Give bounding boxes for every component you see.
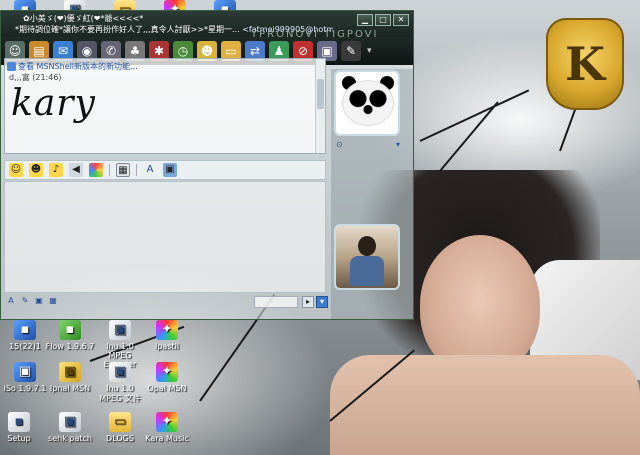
desktop-icon[interactable]: ✦ Ipastil: [142, 320, 192, 351]
toolbar-separator: [109, 164, 110, 176]
personal-message: *期待調位確*讓你不要再扮作好人了,,,真令人討厭>>*星期一...: [15, 25, 240, 34]
desktop-icon[interactable]: ▣ Ipnal MSN: [45, 362, 95, 393]
maximize-button[interactable]: □: [375, 14, 391, 26]
desktop-icon[interactable]: ▪ Setup: [0, 412, 44, 443]
conversation-history[interactable]: 查看 MSNShell新版本的新功能... d,,,富 (21:46) kary: [4, 58, 326, 154]
minimize-button[interactable]: ▁: [357, 14, 373, 26]
photo-head: [358, 236, 376, 256]
desktop-icon[interactable]: ▪ Flow 1.9.6.7: [45, 320, 95, 351]
expand-arrow-icon[interactable]: ⊙: [336, 140, 343, 149]
close-button[interactable]: ✕: [393, 14, 409, 26]
window-controls: ▁ □ ✕: [357, 14, 409, 26]
crest-letter: K: [565, 37, 605, 91]
desktop-icon-label: Setup: [7, 434, 31, 443]
app-icon: ▪: [8, 412, 30, 432]
font-icon[interactable]: A: [143, 163, 157, 177]
pen-icon[interactable]: ✎: [20, 296, 30, 306]
photo-body: [350, 256, 384, 286]
toolbar-separator: [136, 164, 137, 176]
nudge-icon[interactable]: ◀: [69, 163, 83, 177]
folder-icon: ▭: [109, 412, 131, 432]
app-icon: ▣: [59, 412, 81, 432]
app-icon: ▪: [14, 320, 36, 340]
desktop-icon-label: Ipastil: [154, 342, 180, 351]
desktop-icon-label: Ipnal MSN: [49, 384, 91, 393]
image-icon[interactable]: ▣: [34, 296, 44, 306]
send-button[interactable]: ▸: [302, 296, 314, 308]
grid-icon[interactable]: ▦: [48, 296, 58, 306]
app-icon: ✦: [156, 362, 178, 382]
scrollbar-thumb[interactable]: [317, 79, 324, 109]
desktop-icon[interactable]: ▪ 15(22)1: [0, 320, 50, 351]
wallpaper-face: [420, 235, 540, 375]
desktop-icon[interactable]: ✦ Opal MSN: [142, 362, 192, 393]
send-options-button[interactable]: ▾: [316, 296, 328, 308]
my-display-picture[interactable]: [334, 224, 400, 290]
pane-splitter[interactable]: [4, 154, 326, 158]
desktop-icon[interactable]: ▭ DLOGS: [95, 412, 145, 443]
desktop-icon-label: DLOGS: [106, 434, 134, 443]
wink-icon[interactable]: ☻: [29, 163, 43, 177]
handwritten-message: kary: [11, 83, 96, 124]
desktop-icon[interactable]: ▣ iSo 1.9.7.1: [0, 362, 50, 393]
crest-logo: K: [546, 18, 624, 110]
desktop-icon-label: Opal MSN: [147, 384, 187, 393]
desktop-icon[interactable]: ▣ Inu 1.0 MPEG 文件: [95, 362, 145, 404]
history-scrollbar[interactable]: [315, 59, 325, 153]
emoticon-icon[interactable]: ☺: [9, 163, 23, 177]
app-icon: ▣: [109, 362, 131, 382]
message-input[interactable]: [4, 181, 326, 293]
wallpaper-arm: [330, 355, 640, 455]
font-a-icon[interactable]: A: [6, 296, 16, 306]
desktop-icon-label: iSo 1.9.7.1: [3, 384, 47, 393]
message-sender: d,,,富 (21:46): [9, 73, 62, 82]
desktop-icon[interactable]: ▣ sehk patch: [45, 412, 95, 443]
desktop-icon-label: Kara Music: [145, 434, 189, 443]
update-notice[interactable]: 查看 MSNShell新版本的新功能...: [7, 61, 138, 72]
app-icon: ✦: [156, 320, 178, 340]
title-bar[interactable]: ✿小美ゞ(❤)優ゞ紅(❤*爺<<<<* *期待調位確*讓你不要再扮作好人了,,,…: [1, 11, 413, 40]
background-icon[interactable]: ✎: [341, 41, 361, 61]
color-icon[interactable]: ▣: [163, 163, 177, 177]
desktop-icon-label: sehk patch: [48, 434, 92, 443]
window-title: ✿小美ゞ(❤)優ゞ紅(❤*爺<<<<*: [23, 14, 144, 23]
picture-menu-icon[interactable]: ▾: [396, 140, 400, 149]
format-toolbar: ☺ ☻ ♪ ◀ ▦ A ▣: [4, 160, 326, 180]
desktop-icon-label: 15(22)1: [9, 342, 41, 351]
background-icon[interactable]: [89, 163, 103, 177]
app-icon: ▣: [59, 362, 81, 382]
draw-icon[interactable]: ▦: [116, 163, 130, 177]
send-box[interactable]: [254, 296, 298, 308]
user-photo: [336, 226, 398, 288]
app-icon: ▣: [109, 320, 131, 340]
desktop-icon-label: Inu 1.0 MPEG 文件: [99, 384, 141, 403]
app-icon: ▪: [59, 320, 81, 340]
app-icon: ▣: [14, 362, 36, 382]
app-icon: ✦: [156, 412, 178, 432]
more-menu-icon[interactable]: ▾: [367, 46, 372, 56]
desktop-icon[interactable]: ✦ Kara Music: [142, 412, 192, 443]
contact-display-picture[interactable]: [334, 70, 400, 136]
update-notice-text: 查看 MSNShell新版本的新功能...: [18, 62, 138, 71]
desktop-icon-label: Flow 1.9.6.7: [45, 342, 95, 351]
info-icon: [7, 62, 16, 71]
voice-clip-icon[interactable]: ♪: [49, 163, 63, 177]
panda-image: [342, 80, 394, 126]
